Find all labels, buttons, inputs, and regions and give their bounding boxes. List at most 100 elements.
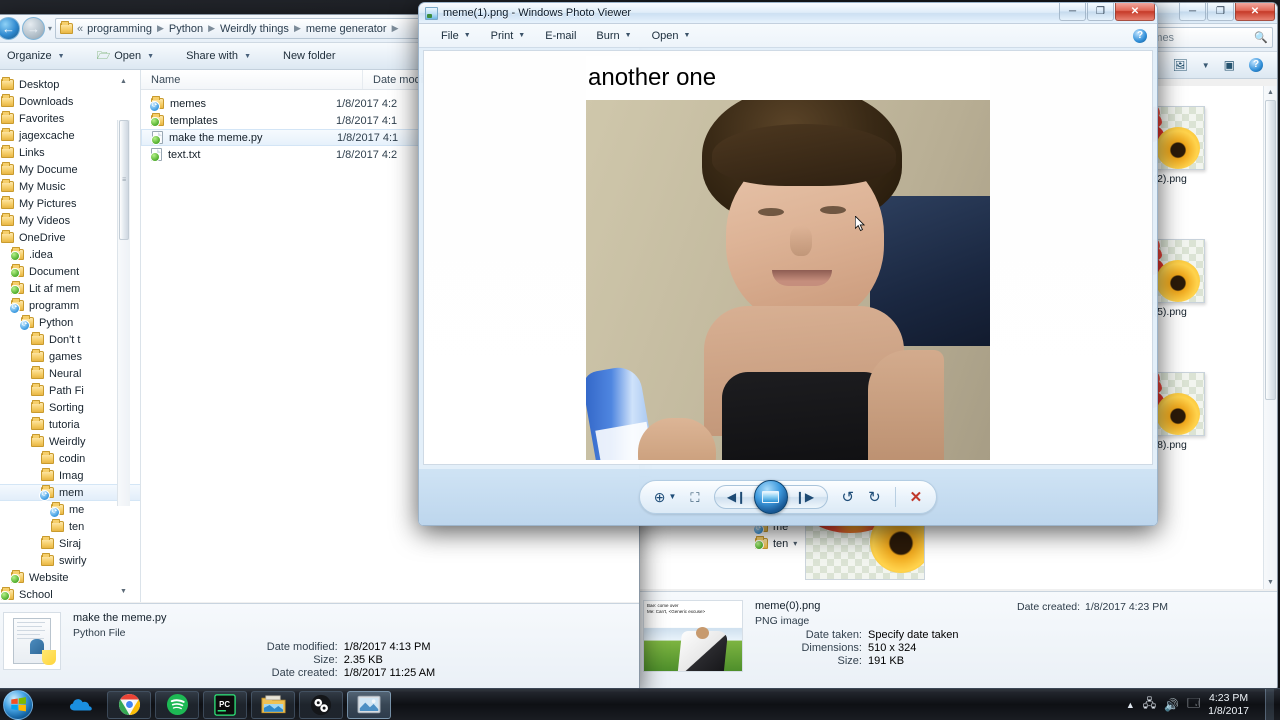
photo-viewer-window-buttons[interactable]: ─ ❐ ✕ <box>1059 3 1155 21</box>
preview-pane-icon[interactable]: 🖼 <box>1173 58 1188 72</box>
forward-arrow-icon[interactable]: → <box>22 17 45 40</box>
search-icon[interactable]: 🔍 <box>1254 31 1268 44</box>
chevron-down-icon[interactable]: ▼ <box>668 493 676 501</box>
chevron-down-icon[interactable]: ▼ <box>625 32 632 39</box>
sidebar-item-ten[interactable]: ten <box>0 518 140 535</box>
layout-pane-icon[interactable]: ▣ <box>1224 58 1235 72</box>
onedrive-taskbar-icon[interactable] <box>59 691 103 719</box>
photo-viewer-image-stage[interactable]: another one <box>423 50 1153 465</box>
previous-image-icon[interactable]: ◀❙ <box>713 485 760 509</box>
chevron-down-icon[interactable]: ▼ <box>147 53 154 60</box>
windows-explorer-taskbar-icon[interactable] <box>251 690 295 719</box>
minimize-button[interactable]: ─ <box>1179 3 1206 21</box>
network-icon[interactable]: 🖧 <box>1143 694 1156 715</box>
minimize-button[interactable]: ─ <box>1059 3 1086 21</box>
close-button[interactable]: ✕ <box>1235 3 1275 21</box>
chevron-down-icon[interactable]: ▼ <box>244 53 251 60</box>
right-explorer-scrollbar[interactable]: ▲ ▼ <box>1263 86 1277 589</box>
chevron-down-icon[interactable]: ▼ <box>58 53 65 60</box>
scroll-thumb[interactable]: ≡ <box>119 120 129 240</box>
menu-print[interactable]: Print ▼ <box>481 28 536 44</box>
back-arrow-icon[interactable]: ← <box>0 17 20 40</box>
taskbar-clock[interactable]: 4:23 PM 1/8/2017 <box>1208 692 1257 718</box>
delete-icon[interactable]: ✕ <box>910 490 923 505</box>
column-header-name[interactable]: Name <box>141 70 363 89</box>
sidebar-item-label: School <box>19 588 53 601</box>
rotate-clockwise-icon[interactable]: ↻ <box>868 490 881 505</box>
fit-to-window-icon[interactable]: ⛶ <box>690 491 699 504</box>
maximize-button[interactable]: ❐ <box>1087 3 1114 21</box>
history-dropdown-icon[interactable]: ▾ <box>48 24 52 33</box>
sidebar-item-ten[interactable]: ten ▾ <box>729 535 809 552</box>
menu-open[interactable]: Open ▼ <box>642 28 701 44</box>
chevron-right-icon[interactable]: ▶ <box>157 23 164 34</box>
open-button[interactable]: 🗁 Open ▼ <box>89 44 163 69</box>
right-explorer-window-buttons[interactable]: ─ ❐ ✕ <box>1179 3 1275 21</box>
sidebar-item-swirly[interactable]: swirly <box>0 552 140 569</box>
photo-viewer-toolbar[interactable]: ⊕ ▼ ⛶ ◀❙ ❙▶ ↺ ↻ ✕ <box>419 469 1157 525</box>
action-center-icon[interactable]: 🗔 <box>1187 694 1200 715</box>
rotate-counterclockwise-icon[interactable]: ↺ <box>842 490 855 505</box>
scroll-up-button[interactable]: ▲ <box>117 75 130 88</box>
photo-viewer-navigation-group[interactable]: ◀❙ ❙▶ <box>713 480 828 514</box>
folder-icon <box>41 468 54 481</box>
stoned-guy-meme-photo <box>586 99 990 460</box>
show-hidden-icons-icon[interactable]: ▲ <box>1126 700 1135 710</box>
share-with-button[interactable]: Share with ▼ <box>178 47 259 65</box>
chevron-right-icon[interactable]: ▶ <box>294 23 301 34</box>
help-icon[interactable]: ? <box>1249 58 1263 72</box>
photo-viewer-window[interactable]: meme(1).png - Windows Photo Viewer ─ ❐ ✕… <box>418 2 1158 526</box>
breadcrumb-item-programming[interactable]: programming <box>87 23 152 35</box>
chevron-down-icon[interactable]: ▼ <box>684 32 691 39</box>
chevron-down-icon[interactable]: ▼ <box>518 32 525 39</box>
meme-image: another one <box>586 55 990 460</box>
new-folder-button[interactable]: New folder <box>275 47 344 65</box>
left-explorer-nav-pane[interactable]: Desktop Downloads Favorites jagexcache Links… <box>0 70 141 602</box>
play-slideshow-icon[interactable] <box>753 480 788 514</box>
help-icon[interactable]: ? <box>1133 28 1147 43</box>
chevron-right-icon[interactable]: ▶ <box>208 23 215 34</box>
sidebar-item-label: My Docume <box>19 163 78 176</box>
clock-time: 4:23 PM <box>1209 691 1249 704</box>
breadcrumb-item-weirdly-things[interactable]: Weirdly things <box>220 23 289 35</box>
scroll-down-button[interactable]: ▼ <box>1264 576 1277 589</box>
show-desktop-button[interactable] <box>1265 688 1274 720</box>
sidebar-item-label: .idea <box>29 248 53 261</box>
close-button[interactable]: ✕ <box>1115 3 1155 21</box>
menu-file[interactable]: File ▼ <box>431 28 481 44</box>
system-tray[interactable]: ▲ 🖧 🔊 🗔 4:23 PM 1/8/2017 <box>1126 688 1280 720</box>
windows-start-orb-icon[interactable] <box>3 689 33 720</box>
photo-viewer-titlebar[interactable]: meme(1).png - Windows Photo Viewer ─ ❐ ✕ <box>419 3 1157 24</box>
chevron-down-icon[interactable]: ▼ <box>1202 61 1210 70</box>
scroll-down-button[interactable]: ▼ <box>117 585 130 598</box>
scroll-up-button[interactable]: ▲ <box>1264 86 1277 99</box>
windows-photo-viewer-taskbar-icon[interactable] <box>347 690 391 719</box>
chevron-down-icon[interactable]: ▾ <box>793 539 797 548</box>
obs-studio-taskbar-icon[interactable] <box>299 690 343 719</box>
menu-label: Burn <box>596 29 620 42</box>
organize-button[interactable]: Organize ▼ <box>0 47 73 65</box>
menu-burn[interactable]: Burn ▼ <box>586 28 641 44</box>
breadcrumb-item-python[interactable]: Python <box>169 23 203 35</box>
breadcrumb-overflow[interactable]: « <box>77 23 83 35</box>
breadcrumb-item-meme-generator[interactable]: meme generator <box>306 23 387 35</box>
folder-icon <box>31 366 44 379</box>
sidebar-item-downloads[interactable]: Downloads <box>0 93 140 110</box>
sidebar-item-website[interactable]: Website <box>0 569 140 586</box>
zoom-icon[interactable]: ⊕ <box>654 490 666 504</box>
photo-viewer-menubar[interactable]: File ▼ Print ▼ E-mail Burn ▼ Open ▼ ? <box>419 24 1157 48</box>
spotify-taskbar-icon[interactable] <box>155 690 199 719</box>
scroll-thumb[interactable] <box>1265 100 1276 400</box>
sidebar-item-siraj[interactable]: Siraj <box>0 535 140 552</box>
google-chrome-taskbar-icon[interactable] <box>107 690 151 719</box>
menu-email[interactable]: E-mail <box>535 28 586 44</box>
photo-viewer-toolbar-tray[interactable]: ⊕ ▼ ⛶ ◀❙ ❙▶ ↺ ↻ ✕ <box>638 480 938 514</box>
pycharm-taskbar-icon[interactable]: PC <box>203 690 247 719</box>
nav-pane-scrollbar[interactable]: ≡ <box>117 120 130 506</box>
chevron-down-icon[interactable]: ▼ <box>464 32 471 39</box>
next-image-icon[interactable]: ❙▶ <box>781 485 828 509</box>
taskbar[interactable]: PC ▲ 🖧 🔊 🗔 4:23 PM 1/8/2017 <box>0 688 1280 720</box>
chevron-right-icon[interactable]: ▶ <box>392 23 399 34</box>
maximize-button[interactable]: ❐ <box>1207 3 1234 21</box>
volume-icon[interactable]: 🔊 <box>1164 698 1179 712</box>
